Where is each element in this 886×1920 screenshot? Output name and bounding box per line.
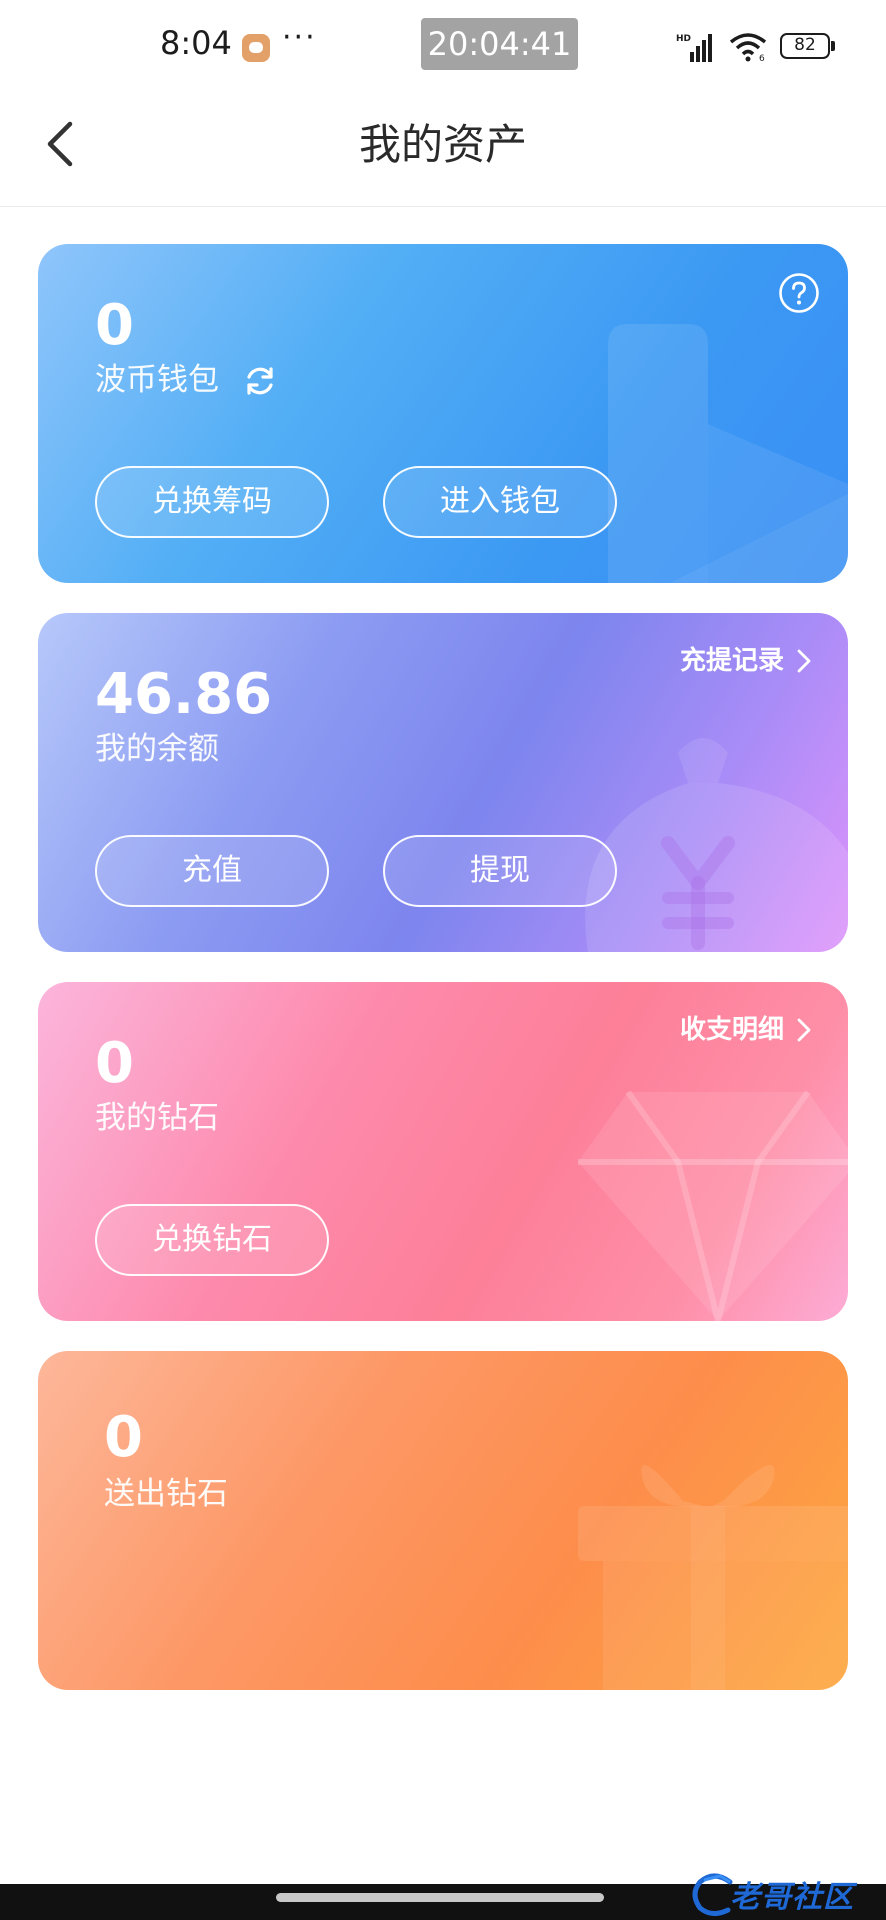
chevron-right-icon [797, 649, 811, 673]
balance-label: 我的余额 [95, 731, 219, 767]
network-type-label: HD [676, 34, 691, 44]
page-title: 我的资产 [358, 120, 527, 169]
sent-diamonds-card: 0 送出钻石 [38, 1351, 848, 1690]
income-expense-details-link[interactable]: 收支明细 [680, 1010, 812, 1050]
more-notifications-icon: ··· [282, 20, 317, 55]
battery-icon: 82 [780, 33, 835, 59]
clock-overlay: 20:04:41 [421, 18, 578, 70]
balance-value: 46.86 [95, 662, 273, 727]
gift-watermark-icon [578, 1465, 848, 1690]
wallet-card: 0 波币钱包 兑换筹码 进入钱包 [38, 244, 848, 583]
status-time: 8:04 [160, 24, 232, 62]
diamond-label: 我的钻石 [95, 1100, 219, 1136]
chevron-right-icon [797, 1018, 811, 1042]
diamond-value: 0 [95, 1031, 134, 1096]
wallet-label: 波币钱包 [95, 362, 219, 398]
money-bag-watermark-icon [585, 738, 848, 952]
records-link-label: 充提记录 [679, 646, 784, 676]
refresh-icon[interactable] [242, 363, 278, 399]
wallet-watermark-icon [608, 324, 848, 583]
recharge-withdraw-records-link[interactable]: 充提记录 [680, 641, 812, 681]
wallet-value: 0 [95, 293, 134, 358]
enter-wallet-button[interactable]: 进入钱包 [383, 466, 617, 538]
question-circle-icon[interactable] [778, 272, 820, 314]
recharge-button[interactable]: 充值 [95, 835, 329, 907]
home-indicator[interactable] [276, 1893, 604, 1902]
wifi-icon: 6 [729, 33, 767, 62]
sent-diamonds-label: 送出钻石 [104, 1476, 228, 1512]
watermark-logo: 老哥社区 [690, 1868, 880, 1920]
diamond-watermark-icon [578, 1090, 848, 1321]
svg-text:6: 6 [759, 54, 765, 62]
sent-diamonds-value: 0 [104, 1405, 143, 1470]
withdraw-button[interactable]: 提现 [383, 835, 617, 907]
app-header: 我的资产 [0, 90, 886, 207]
balance-card: 充提记录 46.86 我的余额 充值 提现 [38, 613, 848, 952]
signal-icon: HD [676, 34, 712, 62]
watermark-logo-text: 老哥社区 [730, 1880, 854, 1915]
status-bar: 8:04 ··· 20:04:41 HD 6 82 [0, 0, 886, 90]
exchange-chips-button[interactable]: 兑换筹码 [95, 466, 329, 538]
message-app-icon [242, 34, 270, 62]
diamond-card: 收支明细 0 我的钻石 兑换钻石 [38, 982, 848, 1321]
details-link-label: 收支明细 [679, 1015, 784, 1045]
exchange-diamonds-button[interactable]: 兑换钻石 [95, 1204, 329, 1276]
